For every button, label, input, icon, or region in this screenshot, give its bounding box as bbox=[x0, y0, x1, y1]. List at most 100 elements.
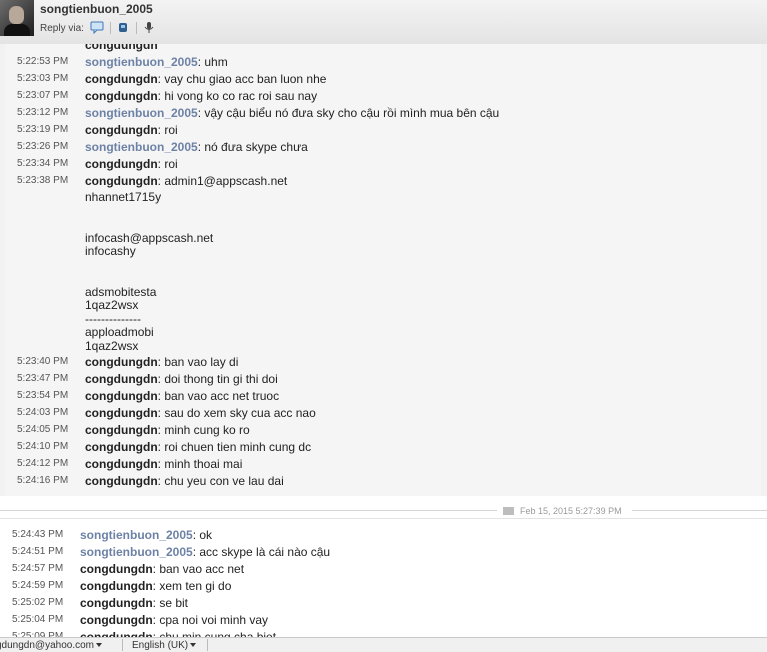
sender-name: congdungdn bbox=[85, 457, 158, 471]
sender-name: congdungdn bbox=[80, 562, 153, 576]
message-continuation-line bbox=[85, 205, 761, 219]
message-body[interactable]: congdungdn: roi bbox=[85, 157, 178, 171]
message-text: : roi chuen tien minh cung dc bbox=[157, 440, 312, 454]
reply-via-separator bbox=[136, 22, 137, 34]
message-continuation-line: adsmobitesta bbox=[85, 284, 157, 299]
message-body[interactable]: congdungdn: ban vao acc net bbox=[80, 562, 244, 576]
message-body[interactable]: congdungdn: admin1@appscash.net bbox=[85, 174, 287, 188]
message-timestamp: 5:22:53 PM bbox=[17, 56, 69, 67]
message-text: : xem ten gi do bbox=[152, 579, 232, 593]
message-text: : roi bbox=[157, 157, 178, 171]
message-text: : se bit bbox=[152, 596, 189, 610]
sender-name: congdungdn bbox=[85, 89, 158, 103]
phone-icon[interactable] bbox=[116, 21, 130, 34]
sender-name: congdungdn bbox=[80, 596, 153, 610]
microphone-icon[interactable] bbox=[142, 21, 156, 34]
sender-name: congdungdn bbox=[80, 579, 153, 593]
sender-name: congdungdn bbox=[85, 355, 158, 369]
message-body[interactable]: songtienbuon_2005: nó đưa skype chưa bbox=[85, 140, 308, 154]
sender-name: songtienbuon_2005 bbox=[85, 106, 198, 120]
message-row: 5:24:51 PM songtienbuon_2005: acc skype l… bbox=[0, 543, 767, 560]
message-row: 5:23:38 PM congdungdn: admin1@appscash.ne… bbox=[5, 172, 761, 189]
message-timestamp: 5:23:34 PM bbox=[17, 158, 69, 169]
message-row: 5:22:53 PM songtienbuon_2005: uhm bbox=[5, 53, 761, 70]
sender-name: congdungdn bbox=[80, 613, 153, 627]
message-body[interactable]: congdungdn: minh thoai mai bbox=[85, 457, 242, 471]
message-text: : acc skype là cái nào cậu bbox=[192, 545, 331, 559]
sender-name: congdungdn bbox=[85, 157, 158, 171]
message-text: : minh thoai mai bbox=[157, 457, 243, 471]
calendar-icon bbox=[503, 507, 514, 515]
sender-name: congdungdn bbox=[85, 372, 158, 386]
reply-via-label: Reply via: bbox=[40, 23, 84, 34]
message-timestamp: 5:24:51 PM bbox=[12, 546, 64, 557]
message-body[interactable]: songtienbuon_2005: ok bbox=[80, 528, 212, 542]
chat-icon[interactable] bbox=[90, 21, 104, 34]
message-body[interactable]: congdungdn: se bit bbox=[80, 596, 188, 610]
language-label: English (UK) bbox=[132, 640, 189, 651]
date-divider: Feb 15, 2015 5:27:39 PM bbox=[0, 504, 767, 518]
reply-via-separator bbox=[110, 22, 111, 34]
message-continuation-line: infocash@appscash.net bbox=[85, 230, 214, 245]
message-row: 5:23:47 PM congdungdn: doi thong tin gi t… bbox=[5, 370, 761, 387]
sender-name: songtienbuon_2005 bbox=[85, 55, 198, 69]
message-body[interactable]: congdungdn: hi vong ko co rac roi sau na… bbox=[85, 89, 317, 103]
message-row: 5:23:12 PM songtienbuon_2005: vậy cậu biể… bbox=[5, 104, 761, 121]
message-row: 5:23:07 PM congdungdn: hi vong ko co rac … bbox=[5, 87, 761, 104]
date-text: Feb 15, 2015 5:27:39 PM bbox=[520, 506, 622, 516]
message-row: 5:23:54 PM congdungdn: ban vao acc net tr… bbox=[5, 387, 761, 404]
message-timestamp: 5:24:16 PM bbox=[17, 475, 69, 486]
message-timestamp: 5:24:03 PM bbox=[17, 407, 69, 418]
message-text: : nó đưa skype chưa bbox=[197, 140, 308, 154]
sender-name: congdungdn bbox=[85, 406, 158, 420]
message-text: : doi thong tin gi thi doi bbox=[157, 372, 278, 386]
message-row: 5:24:16 PM congdungdn: chu yeu con ve lau… bbox=[5, 472, 761, 489]
message-body[interactable]: songtienbuon_2005: acc skype là cái nào … bbox=[80, 545, 330, 559]
status-separator bbox=[122, 639, 123, 651]
conversation-block: congdungdn 5:22:53 PM songtienbuon_2005: … bbox=[0, 44, 767, 496]
message-body[interactable]: congdungdn: minh cung ko ro bbox=[85, 423, 250, 437]
message-timestamp: 5:24:43 PM bbox=[12, 529, 64, 540]
message-timestamp: 5:24:59 PM bbox=[12, 580, 64, 591]
message-text: : cpa noi voi minh vay bbox=[152, 613, 269, 627]
message-continuation-line: apploadmobi bbox=[85, 325, 154, 339]
divider-line bbox=[632, 510, 767, 511]
message-body[interactable]: congdungdn: cpa noi voi minh vay bbox=[80, 613, 268, 627]
message-body[interactable]: congdungdn: vay chu giao acc ban luon nh… bbox=[85, 72, 326, 86]
conversation-block: 5:24:43 PM songtienbuon_2005: ok 5:24:51 P… bbox=[0, 518, 767, 638]
message-timestamp: 5:23:03 PM bbox=[17, 73, 69, 84]
message-row: congdungdn bbox=[5, 44, 761, 53]
message-body[interactable]: congdungdn: sau do xem sky cua acc nao bbox=[85, 406, 316, 420]
message-body[interactable]: congdungdn: xem ten gi do bbox=[80, 579, 231, 593]
sender-name: congdungdn bbox=[85, 423, 158, 437]
message-body[interactable]: congdungdn: ban vao acc net truoc bbox=[85, 389, 279, 403]
date-stamp: Feb 15, 2015 5:27:39 PM bbox=[503, 506, 622, 516]
message-body[interactable]: congdungdn: roi chuen tien minh cung dc bbox=[85, 440, 311, 454]
sender-name: songtienbuon_2005 bbox=[80, 528, 193, 542]
message-row: 5:23:40 PM congdungdn: ban vao lay di bbox=[5, 353, 761, 370]
message-row: 5:24:57 PM congdungdn: ban vao acc net bbox=[0, 560, 767, 577]
language-selector[interactable]: English (UK) bbox=[132, 640, 197, 651]
avatar[interactable] bbox=[0, 0, 34, 36]
message-body[interactable]: congdungdn: doi thong tin gi thi doi bbox=[85, 372, 278, 386]
chevron-down-icon bbox=[190, 643, 197, 647]
message-body[interactable]: songtienbuon_2005: uhm bbox=[85, 55, 228, 69]
message-text: : minh cung ko ro bbox=[157, 423, 250, 437]
account-selector[interactable]: gdungdn@yahoo.com bbox=[0, 640, 102, 651]
sender-name: congdungdn bbox=[85, 389, 158, 403]
message-body[interactable]: congdungdn bbox=[85, 44, 158, 52]
message-row: 5:23:26 PM songtienbuon_2005: nó đưa skyp… bbox=[5, 138, 761, 155]
sender-name: congdungdn bbox=[85, 174, 158, 188]
message-timestamp: 5:23:38 PM bbox=[17, 175, 69, 186]
avatar-body bbox=[4, 24, 30, 36]
message-body[interactable]: congdungdn: roi bbox=[85, 123, 178, 137]
contact-name[interactable]: songtienbuon_2005 bbox=[40, 2, 153, 16]
message-body[interactable]: songtienbuon_2005: vậy cậu biểu nó đưa s… bbox=[85, 106, 499, 120]
chat-header: songtienbuon_2005 Reply via: bbox=[0, 0, 767, 45]
message-text: : sau do xem sky cua acc nao bbox=[157, 406, 316, 420]
message-text: : ban vao acc net bbox=[152, 562, 245, 576]
message-continuation-line bbox=[85, 272, 761, 286]
message-body[interactable]: congdungdn: chu yeu con ve lau dai bbox=[85, 474, 284, 488]
message-body[interactable]: congdungdn: ban vao lay di bbox=[85, 355, 238, 369]
message-timestamp: 5:24:12 PM bbox=[17, 458, 69, 469]
